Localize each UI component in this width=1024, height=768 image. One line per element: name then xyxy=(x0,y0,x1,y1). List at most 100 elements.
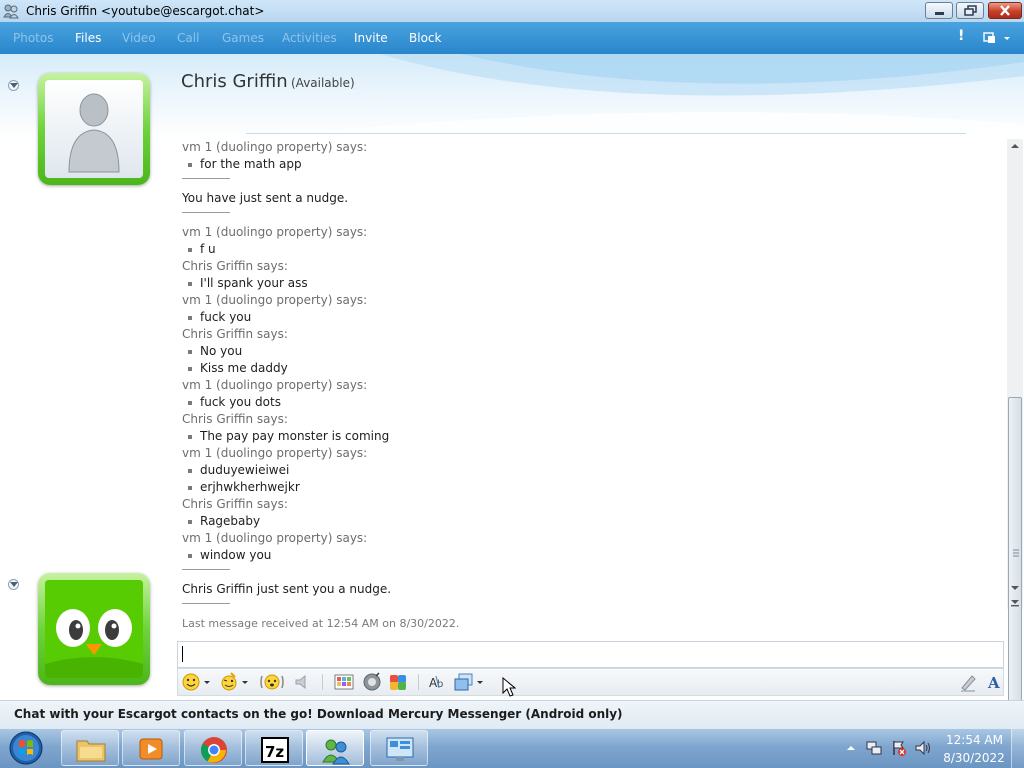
clock-time[interactable]: 12:54 AM xyxy=(946,733,1003,747)
contact-avatar[interactable] xyxy=(38,73,150,185)
advertisement-bar[interactable]: Chat with your Escargot contacts on the … xyxy=(0,700,1024,728)
toolbar-separator xyxy=(322,674,323,690)
bullet-icon xyxy=(188,281,192,286)
line-text: vm 1 (duolingo property) says: xyxy=(182,140,368,154)
background-icon[interactable] xyxy=(334,672,354,692)
alert-icon[interactable]: ! xyxy=(958,28,964,44)
minimize-button[interactable] xyxy=(925,2,953,19)
share-dropdown-icon[interactable] xyxy=(477,681,483,684)
text-style-icon[interactable]: A b xyxy=(428,672,448,692)
collapse-contact-avatar-button[interactable] xyxy=(8,80,19,91)
sender-line: vm 1 (duolingo property) says: xyxy=(182,292,367,309)
message-text: Ragebaby xyxy=(188,513,260,530)
line-text: erjhwkherhwejkr xyxy=(200,480,300,494)
message-input[interactable] xyxy=(177,641,1004,668)
sender-line: Chris Griffin says: xyxy=(182,411,288,428)
line-text: for the math app xyxy=(200,157,302,171)
message-text: window you xyxy=(188,547,271,564)
line-text: Kiss me daddy xyxy=(200,361,288,375)
action-center-icon[interactable] xyxy=(891,740,907,756)
last-message-timestamp: Last message received at 12:54 AM on 8/3… xyxy=(182,615,459,632)
scroll-up-arrow-icon[interactable] xyxy=(1007,139,1023,153)
taskbar-7zip-button[interactable]: 7z xyxy=(245,730,303,766)
remote-desktop-icon xyxy=(386,737,414,761)
sender-line: vm 1 (duolingo property) says: xyxy=(182,224,367,241)
message-separator xyxy=(182,569,230,570)
bullet-icon xyxy=(188,519,192,524)
header-background xyxy=(0,54,1024,139)
window-title: Chris Griffin <youtube@escargot.chat> xyxy=(26,4,265,18)
emoticon-icon[interactable] xyxy=(181,672,201,692)
line-text: Chris Griffin says: xyxy=(182,327,288,341)
scroll-down-arrow-icon[interactable] xyxy=(1007,581,1023,595)
nudge-icon[interactable] xyxy=(259,672,285,692)
menu-photos[interactable]: Photos xyxy=(13,31,53,45)
close-icon xyxy=(1000,5,1010,16)
menu-call[interactable]: Call xyxy=(177,31,199,45)
header-swoosh xyxy=(250,54,1024,139)
menu-video[interactable]: Video xyxy=(122,31,156,45)
show-desktop-button[interactable] xyxy=(1011,729,1024,768)
bullet-icon xyxy=(188,247,192,252)
collapse-own-avatar-button[interactable] xyxy=(8,579,19,590)
line-text: You have just sent a nudge. xyxy=(182,191,349,205)
wink-icon[interactable] xyxy=(219,672,239,692)
message-text: The pay pay monster is coming xyxy=(188,428,389,445)
duolingo-owl-icon xyxy=(45,580,143,678)
bullet-icon xyxy=(188,468,192,473)
taskbar-messenger-button[interactable] xyxy=(306,730,364,766)
scroll-thumb[interactable] xyxy=(1008,397,1022,717)
start-button-icon[interactable] xyxy=(6,729,46,767)
taskbar-media-player-button[interactable] xyxy=(122,730,180,766)
messenger-icon xyxy=(322,739,350,765)
conversation-scrollbar[interactable] xyxy=(1007,139,1023,717)
restore-button[interactable] xyxy=(956,2,984,19)
volume-icon[interactable] xyxy=(914,740,930,756)
menu-invite[interactable]: Invite xyxy=(354,31,388,45)
clock-date[interactable]: 8/30/2022 xyxy=(941,751,1007,765)
nudge-notice: You have just sent a nudge. xyxy=(182,190,348,207)
messenger-app-icon[interactable] xyxy=(3,3,19,19)
wink-dropdown-icon[interactable] xyxy=(242,681,248,684)
handwriting-icon[interactable] xyxy=(958,672,978,692)
voice-clip-icon[interactable] xyxy=(292,672,312,692)
sound-icon[interactable] xyxy=(362,672,382,692)
menu-bar: Photos Files Video Call Games Activities… xyxy=(0,22,1024,54)
taskbar-remote-desktop-button[interactable] xyxy=(370,730,428,766)
sender-line: Chris Griffin says: xyxy=(182,496,288,513)
games-icon[interactable] xyxy=(388,672,408,692)
contact-name: Chris Griffin xyxy=(181,71,288,92)
message-text: erjhwkherhwejkr xyxy=(188,479,300,496)
line-text: No you xyxy=(200,344,243,358)
show-hidden-icons-icon[interactable] xyxy=(845,740,861,756)
message-text: I'll spank your ass xyxy=(188,275,308,292)
message-separator xyxy=(182,603,230,604)
taskbar-explorer-button[interactable] xyxy=(61,730,119,766)
taskbar-chrome-button[interactable] xyxy=(184,730,242,766)
media-player-icon xyxy=(139,738,163,760)
mouse-cursor-icon xyxy=(502,677,516,697)
menu-activities[interactable]: Activities xyxy=(282,31,337,45)
scroll-end-icon[interactable] xyxy=(1007,597,1023,611)
header-divider xyxy=(246,133,966,134)
own-avatar[interactable] xyxy=(38,573,150,685)
share-icon[interactable] xyxy=(454,672,474,692)
duolingo-owl-picture xyxy=(45,580,143,678)
ad-text[interactable]: Chat with your Escargot contacts on the … xyxy=(14,707,623,721)
emoticon-dropdown-icon[interactable] xyxy=(204,681,210,684)
menu-files[interactable]: Files xyxy=(75,31,101,45)
grip-icon xyxy=(1013,549,1019,557)
menu-block[interactable]: Block xyxy=(409,31,441,45)
user-silhouette-icon xyxy=(68,93,120,173)
text-caret xyxy=(182,646,183,662)
message-text: fuck you dots xyxy=(188,394,281,411)
layout-options-icon[interactable] xyxy=(983,31,1013,45)
close-button[interactable] xyxy=(988,2,1022,19)
message-text: duduyewieiwei xyxy=(188,462,289,479)
sender-line: Chris Griffin says: xyxy=(182,258,288,275)
line-text: f u xyxy=(200,242,216,256)
network-icon[interactable] xyxy=(866,740,882,756)
menu-games[interactable]: Games xyxy=(222,31,264,45)
font-icon[interactable]: A xyxy=(985,672,1005,692)
line-text: I'll spank your ass xyxy=(200,276,308,290)
